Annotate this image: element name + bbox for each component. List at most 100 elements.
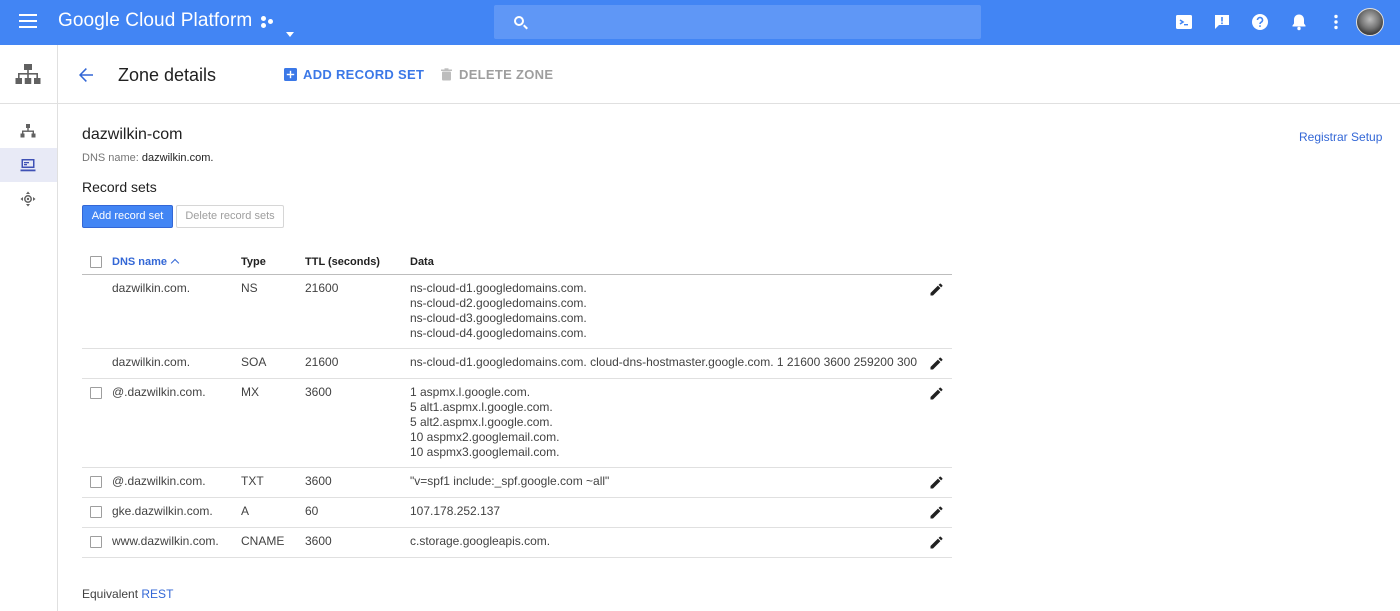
data-line: "v=spf1 include:_spf.google.com ~all" — [410, 474, 610, 488]
notifications-icon[interactable] — [1289, 12, 1309, 32]
network-services-icon — [15, 64, 41, 84]
data-line: c.storage.googleapis.com. — [410, 534, 551, 548]
cloud-cdn-icon — [20, 191, 36, 207]
data-line: 1 aspmx.l.google.com. — [410, 385, 531, 399]
data-line: 10 aspmx2.googlemail.com. — [410, 430, 560, 444]
table-row: gke.dazwilkin.com. A 60 107.178.252.137 — [82, 498, 952, 528]
cell-type: TXT — [241, 474, 264, 488]
row-checkbox[interactable] — [90, 536, 102, 548]
delete-zone-button[interactable]: DELETE ZONE — [440, 67, 553, 82]
page-header: Zone details ADD RECORD SET DELETE ZONE — [58, 45, 1400, 104]
cell-dns-name: @.dazwilkin.com. — [112, 385, 206, 399]
table-header: DNS name Type TTL (seconds) Data — [82, 251, 952, 275]
data-line: ns-cloud-d4.googledomains.com. — [410, 326, 587, 340]
column-type: Type — [241, 256, 266, 268]
column-ttl: TTL (seconds) — [305, 256, 380, 268]
project-selector[interactable] — [258, 12, 298, 40]
equivalent-rest: Equivalent REST — [82, 587, 173, 601]
cell-data: c.storage.googleapis.com. — [410, 534, 550, 549]
product-name[interactable]: Google Cloud Platform — [58, 10, 252, 32]
page-title: Zone details — [118, 65, 217, 85]
edit-icon[interactable] — [930, 506, 943, 519]
cell-data: 107.178.252.137 — [410, 504, 500, 519]
cloud-shell-icon[interactable] — [1174, 12, 1194, 32]
data-line: 5 alt2.aspmx.l.google.com. — [410, 415, 553, 429]
rest-link[interactable]: REST — [141, 587, 173, 601]
edit-icon[interactable] — [930, 536, 943, 549]
cell-ttl: 21600 — [305, 281, 339, 295]
cell-data: 1 aspmx.l.google.com. 5 alt1.aspmx.l.goog… — [410, 385, 559, 460]
edit-icon[interactable] — [930, 387, 943, 400]
cell-type: CNAME — [241, 534, 285, 548]
table-row: dazwilkin.com. SOA 21600 ns-cloud-d1.google… — [82, 349, 952, 379]
edit-icon[interactable] — [930, 357, 943, 370]
cell-dns-name: dazwilkin.com. — [112, 281, 191, 295]
data-line: ns-cloud-d1.googledomains.com. cloud-dns… — [410, 355, 917, 369]
delete-record-sets-button[interactable]: Delete record sets — [176, 205, 284, 228]
back-arrow-icon[interactable] — [77, 66, 95, 84]
cell-type: MX — [241, 385, 259, 399]
edit-icon[interactable] — [930, 476, 943, 489]
row-checkbox[interactable] — [90, 506, 102, 518]
account-avatar[interactable] — [1356, 8, 1384, 36]
sort-ascending-icon — [170, 258, 180, 268]
column-dns-name[interactable]: DNS name — [112, 256, 180, 268]
cell-dns-name: @.dazwilkin.com. — [112, 474, 206, 488]
left-nav-rail — [0, 45, 58, 611]
data-line: ns-cloud-d3.googledomains.com. — [410, 311, 587, 325]
record-sets-table: DNS name Type TTL (seconds) Data dazwilk… — [82, 251, 952, 558]
cloud-dns-icon — [20, 159, 36, 172]
cell-ttl: 21600 — [305, 355, 339, 369]
add-record-set-primary-button[interactable]: Add record set — [82, 205, 173, 228]
network-services-header — [0, 45, 58, 104]
data-line: 107.178.252.137 — [410, 504, 501, 518]
cell-type: SOA — [241, 355, 267, 369]
cell-type: A — [241, 504, 250, 518]
cell-dns-name: gke.dazwilkin.com. — [112, 504, 213, 518]
rail-item-cloud-dns[interactable] — [0, 148, 57, 182]
search-input[interactable] — [494, 5, 981, 39]
add-record-set-button[interactable]: ADD RECORD SET — [284, 67, 424, 82]
menu-icon[interactable] — [19, 14, 37, 28]
dns-name-value: dazwilkin.com. — [141, 152, 214, 164]
project-dots-icon — [261, 16, 273, 28]
search-icon — [514, 16, 524, 26]
feedback-icon[interactable] — [1212, 12, 1232, 32]
record-sets-title: Record sets — [82, 179, 157, 195]
load-balancing-icon — [20, 124, 36, 138]
help-icon[interactable] — [1250, 12, 1270, 32]
row-checkbox[interactable] — [90, 476, 102, 488]
data-line: 5 alt1.aspmx.l.google.com. — [410, 400, 553, 414]
table-row: @.dazwilkin.com. MX 3600 1 aspmx.l.google.c… — [82, 379, 952, 468]
cell-ttl: 3600 — [305, 534, 332, 548]
edit-icon[interactable] — [930, 283, 943, 296]
zone-name: dazwilkin-com — [82, 126, 183, 143]
equivalent-label: Equivalent — [82, 587, 139, 601]
more-vert-icon[interactable] — [1326, 12, 1346, 32]
add-box-icon — [284, 68, 297, 81]
dns-name-label: DNS name: — [82, 152, 139, 164]
chevron-down-icon — [286, 32, 294, 37]
data-line: ns-cloud-d2.googledomains.com. — [410, 296, 587, 310]
cell-data: ns-cloud-d1.googledomains.com. cloud-dns… — [410, 355, 917, 370]
select-all-checkbox[interactable] — [90, 256, 102, 268]
cell-data: ns-cloud-d1.googledomains.com. ns-cloud-d… — [410, 281, 587, 341]
delete-zone-label: DELETE ZONE — [459, 67, 554, 82]
table-row: dazwilkin.com. NS 21600 ns-cloud-d1.googled… — [82, 275, 952, 349]
registrar-setup-link[interactable]: Registrar Setup — [1299, 130, 1382, 144]
cell-ttl: 60 — [305, 504, 319, 518]
rail-item-load-balancing[interactable] — [0, 114, 57, 148]
column-data: Data — [410, 256, 434, 268]
table-row: @.dazwilkin.com. TXT 3600 "v=spf1 include:_… — [82, 468, 952, 498]
cell-ttl: 3600 — [305, 385, 332, 399]
cell-ttl: 3600 — [305, 474, 332, 488]
data-line: ns-cloud-d1.googledomains.com. — [410, 281, 587, 295]
table-body: dazwilkin.com. NS 21600 ns-cloud-d1.googled… — [82, 275, 952, 558]
cell-dns-name: dazwilkin.com. — [112, 355, 191, 369]
table-row: www.dazwilkin.com. CNAME 3600 c.storage.goo… — [82, 528, 952, 558]
rail-item-cloud-cdn[interactable] — [0, 182, 57, 216]
dns-name-row: DNS name: dazwilkin.com. — [82, 152, 213, 164]
data-line: 10 aspmx3.googlemail.com. — [410, 445, 560, 459]
column-dns-name-label: DNS name — [112, 256, 168, 268]
row-checkbox[interactable] — [90, 387, 102, 399]
